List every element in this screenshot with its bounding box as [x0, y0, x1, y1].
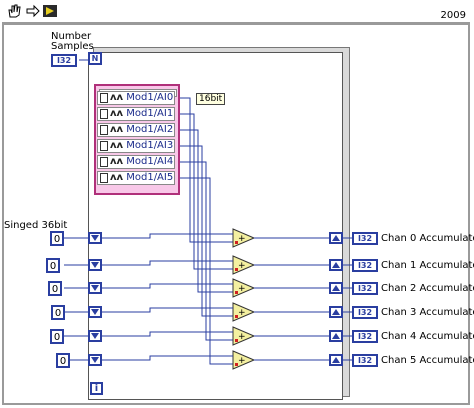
accumulate-indicator[interactable]: I32 [352, 259, 378, 272]
accumulate-label: Chan 4 Accumulate [381, 331, 474, 342]
down-arrow-icon [91, 357, 99, 363]
shift-register-left [88, 354, 102, 366]
coercion-dot [235, 241, 238, 244]
sr-to-add-wire [102, 331, 233, 337]
accumulate-indicator[interactable]: I32 [352, 330, 378, 343]
plus-icon: + [238, 356, 246, 366]
accumulate-label: Chan 1 Accumulate [381, 260, 474, 271]
down-arrow-icon [91, 285, 99, 291]
up-arrow-icon [332, 235, 340, 241]
accumulate-indicator[interactable]: I32 [352, 306, 378, 319]
accum-init-constant[interactable]: 0 [56, 353, 70, 368]
shift-register-right [329, 330, 343, 342]
shift-register-left [88, 259, 102, 271]
accum-init-constant[interactable]: 0 [51, 305, 65, 320]
wires-layer: + + + + + + [64, 59, 352, 370]
sr-to-add-wire [102, 283, 233, 289]
accum-init-constant[interactable]: 0 [50, 231, 64, 246]
plus-icon: + [238, 284, 246, 294]
coercion-dot [235, 363, 238, 366]
accumulate-label: Chan 2 Accumulate [381, 283, 474, 294]
up-arrow-icon [332, 285, 340, 291]
shift-register-right [329, 354, 343, 366]
coercion-dot [235, 291, 238, 294]
shift-register-left [88, 232, 102, 244]
coercion-dot [235, 315, 238, 318]
down-arrow-icon [91, 333, 99, 339]
coercion-dot [235, 268, 238, 271]
down-arrow-icon [91, 262, 99, 268]
accumulate-indicator[interactable]: I32 [352, 282, 378, 295]
sr-to-add-wire [102, 233, 233, 239]
plus-icon: + [238, 308, 246, 318]
shift-register-left [88, 306, 102, 318]
sr-to-add-wire [102, 307, 233, 313]
up-arrow-icon [332, 333, 340, 339]
plus-icon: + [238, 261, 246, 271]
shift-register-left [88, 282, 102, 294]
accumulate-label: Chan 5 Accumulate [381, 355, 474, 366]
sr-to-add-wire [102, 355, 233, 361]
up-arrow-icon [332, 309, 340, 315]
up-arrow-icon [332, 357, 340, 363]
accumulate-label: Chan 0 Accumulate [381, 233, 474, 244]
accumulate-indicator[interactable]: I32 [352, 354, 378, 367]
shift-register-right [329, 306, 343, 318]
down-arrow-icon [91, 235, 99, 241]
accumulate-indicator[interactable]: I32 [352, 232, 378, 245]
accum-init-constant[interactable]: 0 [48, 281, 62, 296]
accumulate-label: Chan 3 Accumulate [381, 307, 474, 318]
accum-init-constant[interactable]: 0 [46, 258, 60, 273]
shift-register-left [88, 330, 102, 342]
sr-to-add-wire [102, 260, 233, 266]
accum-init-constant[interactable]: 0 [50, 329, 64, 344]
down-arrow-icon [91, 309, 99, 315]
daq-to-add-wire [180, 161, 233, 341]
coercion-dot [235, 339, 238, 342]
shift-register-right [329, 232, 343, 244]
plus-icon: + [238, 234, 246, 244]
shift-register-right [329, 259, 343, 271]
shift-register-right [329, 282, 343, 294]
up-arrow-icon [332, 262, 340, 268]
plus-icon: + [238, 332, 246, 342]
